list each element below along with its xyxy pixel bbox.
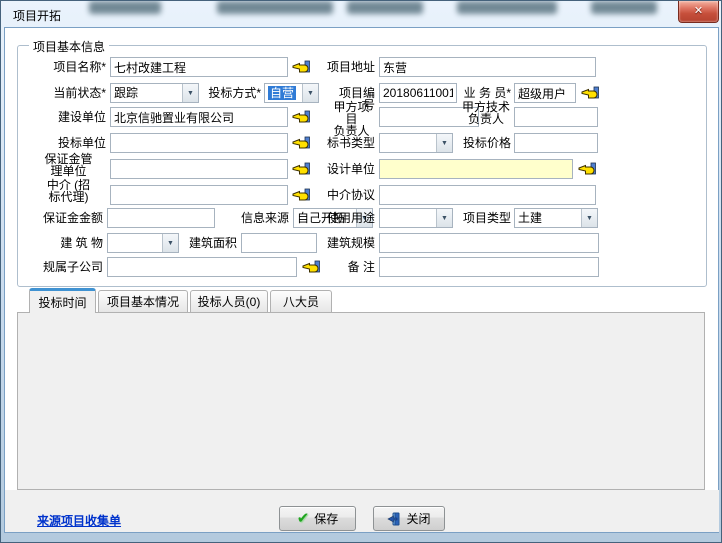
save-button-label: 保存	[314, 510, 338, 527]
lookup-hand-icon[interactable]	[292, 59, 310, 74]
glass-blur-decoration	[89, 1, 161, 14]
build-scale-input[interactable]	[379, 233, 599, 253]
dropdown-arrow-icon: ▼	[581, 209, 597, 227]
bid-unit-input[interactable]	[110, 133, 288, 153]
build-area-label: 建筑面积	[187, 237, 237, 249]
building-combo[interactable]: ▼	[107, 233, 179, 253]
project-no-input[interactable]	[379, 83, 457, 103]
current-status-combo[interactable]: 跟踪 ▼	[110, 83, 199, 103]
subsidiary-input[interactable]	[107, 257, 297, 277]
agency-agreement-input[interactable]	[379, 185, 596, 205]
project-name-label: 项目名称*	[31, 61, 106, 73]
close-icon: ✕	[694, 5, 703, 17]
deposit-amount-input[interactable]	[107, 208, 215, 228]
subsidiary-label: 规属子公司	[31, 261, 103, 273]
project-addr-input[interactable]	[379, 57, 596, 77]
usage-combo[interactable]: ▼	[379, 208, 453, 228]
bid-mode-combo[interactable]: 自营 ▼	[264, 83, 319, 103]
dropdown-arrow-icon: ▼	[436, 209, 452, 227]
tab-bid-personnel[interactable]: 投标人员(0)	[190, 290, 268, 312]
agency-input[interactable]	[110, 185, 288, 205]
lookup-hand-icon[interactable]	[578, 161, 596, 176]
source-project-link[interactable]: 来源项目收集单	[37, 512, 121, 529]
tab-project-basics[interactable]: 项目基本情况	[98, 290, 188, 312]
dialog-window: 项目开拓 ✕ 项目基本信息 项目名称* 项目地址 当前状态* 跟踪 ▼ 投标方式…	[0, 0, 722, 543]
build-unit-label: 建设单位	[31, 111, 106, 123]
lookup-hand-icon[interactable]	[581, 85, 599, 100]
glass-blur-decoration	[347, 1, 423, 14]
partya-tech-input[interactable]	[514, 107, 598, 127]
glass-blur-decoration	[457, 1, 557, 14]
bid-mode-label: 投标方式*	[201, 87, 261, 99]
bid-price-input[interactable]	[514, 133, 598, 153]
deposit-unit-input[interactable]	[110, 159, 288, 179]
project-addr-label: 项目地址	[313, 61, 375, 73]
lookup-hand-icon[interactable]	[292, 187, 310, 202]
design-unit-label: 设计单位	[327, 163, 375, 175]
usage-label: 使用用途	[327, 212, 375, 224]
deposit-unit-label: 保证金管 理单位	[31, 153, 106, 177]
lookup-hand-icon[interactable]	[292, 135, 310, 150]
project-name-input[interactable]	[110, 57, 288, 77]
dropdown-arrow-icon: ▼	[162, 234, 178, 252]
glass-blur-decoration	[217, 1, 333, 14]
build-scale-label: 建筑规模	[327, 237, 375, 249]
save-button[interactable]: ✔ 保存	[279, 506, 356, 531]
check-icon: ✔	[297, 511, 310, 526]
build-area-input[interactable]	[241, 233, 317, 253]
project-type-label: 项目类型	[459, 212, 511, 224]
project-type-combo[interactable]: 土建 ▼	[514, 208, 598, 228]
tab-bid-time[interactable]: 投标时间	[29, 288, 96, 313]
groupbox-title: 项目基本信息	[29, 38, 109, 55]
close-window-button[interactable]: ✕	[678, 1, 719, 23]
tab-eight-members[interactable]: 八大员	[270, 290, 332, 312]
bid-price-label: 投标价格	[459, 137, 511, 149]
partya-tech-label: 甲方技术 负责人	[461, 101, 511, 125]
dropdown-arrow-icon: ▼	[302, 84, 318, 102]
info-source-label: 信息来源	[237, 212, 289, 224]
glass-blur-decoration	[591, 1, 657, 14]
partya-pm-label: 甲方项目 负责人	[328, 101, 375, 137]
remark-label: 备 注	[337, 261, 375, 273]
deposit-amount-label: 保证金金额	[29, 212, 103, 224]
build-unit-input[interactable]	[110, 107, 288, 127]
close-button-label: 关闭	[406, 510, 430, 527]
lookup-hand-icon[interactable]	[292, 109, 310, 124]
salesman-label: 业 务 员*	[459, 87, 511, 99]
agency-label: 中介 (招 标代理)	[31, 179, 106, 203]
dropdown-arrow-icon: ▼	[436, 134, 452, 152]
dropdown-arrow-icon: ▼	[182, 84, 198, 102]
lookup-hand-icon[interactable]	[292, 161, 310, 176]
current-status-label: 当前状态*	[31, 87, 106, 99]
close-button[interactable]: 关闭	[373, 506, 445, 531]
remark-input[interactable]	[379, 257, 599, 277]
bid-doc-type-label: 标书类型	[327, 137, 375, 149]
design-unit-input[interactable]	[379, 159, 573, 179]
lookup-hand-icon[interactable]	[302, 259, 320, 274]
exit-door-icon	[387, 512, 401, 526]
bid-unit-label: 投标单位	[31, 137, 106, 149]
building-label: 建 筑 物	[31, 237, 103, 249]
window-title: 项目开拓	[13, 7, 61, 24]
agency-agreement-label: 中介协议	[327, 189, 375, 201]
tab-panel	[17, 312, 705, 490]
salesman-input[interactable]	[514, 83, 576, 103]
bid-doc-type-combo[interactable]: ▼	[379, 133, 453, 153]
